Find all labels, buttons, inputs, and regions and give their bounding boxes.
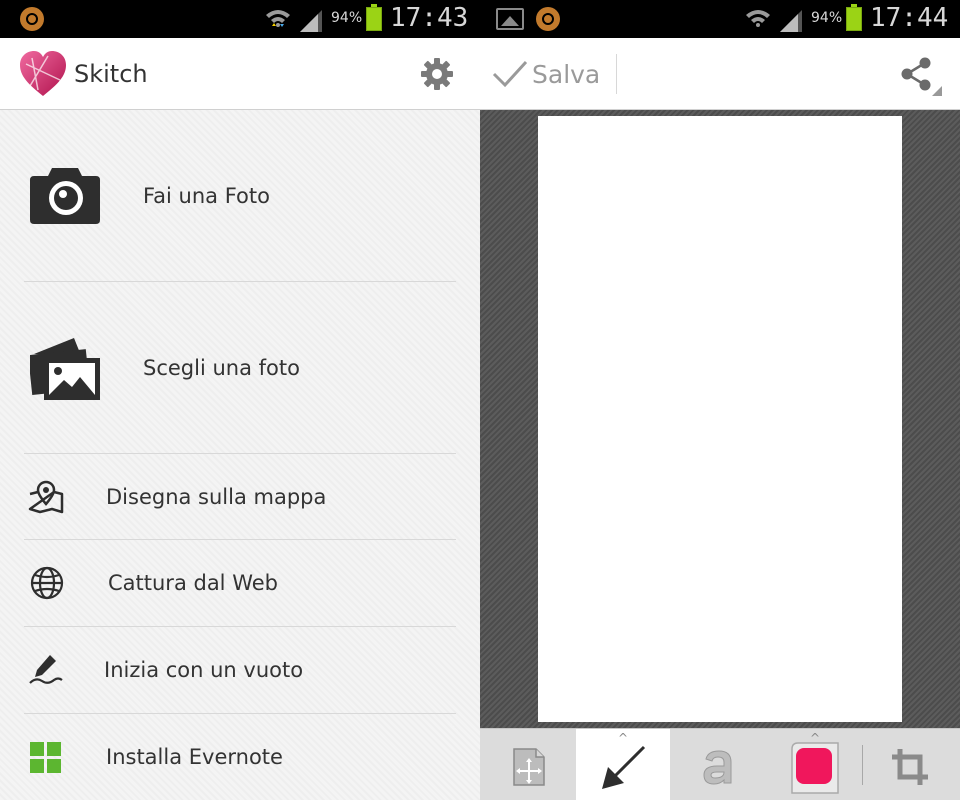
- menu-item-start-blank[interactable]: Inizia con un vuoto: [24, 627, 456, 713]
- gallery-notification-icon: [496, 8, 524, 30]
- globe-icon: [30, 566, 64, 600]
- clock: 17:44: [870, 3, 949, 33]
- checkmark-icon: [492, 60, 528, 88]
- battery-icon: [366, 4, 382, 31]
- wifi-icon: [266, 10, 290, 27]
- skitch-logo-icon[interactable]: [18, 50, 68, 98]
- app-notification-icon: [20, 7, 44, 31]
- menu-item-draw-on-map[interactable]: Disegna sulla mappa: [24, 454, 456, 540]
- left-screen: 94% 17:43 Skitch Fai una Foto Scegli una…: [0, 0, 480, 800]
- editor-app-bar: Salva: [480, 38, 960, 110]
- menu-item-label: Scegli una foto: [143, 356, 300, 380]
- menu-item-label: Installa Evernote: [106, 745, 283, 769]
- toolbar-divider: [862, 745, 863, 785]
- save-button[interactable]: Salva: [480, 38, 616, 110]
- right-screen: 94% 17:44 Salva ^ ^: [480, 0, 960, 800]
- menu-item-choose-photo[interactable]: Scegli una foto: [24, 282, 456, 453]
- appbar-divider: [616, 54, 617, 94]
- menu-item-install-evernote[interactable]: Installa Evernote: [24, 714, 456, 800]
- color-swatch-icon: [791, 742, 839, 794]
- pen-icon: [29, 655, 63, 684]
- wifi-icon: [746, 10, 770, 27]
- status-bar: 94% 17:43: [0, 0, 480, 38]
- menu-item-label: Disegna sulla mappa: [106, 485, 327, 509]
- share-icon[interactable]: [898, 56, 934, 92]
- drawing-canvas[interactable]: [538, 116, 902, 722]
- color-picker-button[interactable]: ^: [764, 729, 858, 800]
- clock: 17:43: [390, 3, 469, 33]
- arrow-tool-button[interactable]: ^: [576, 729, 670, 800]
- save-label: Salva: [532, 60, 601, 89]
- text-tool-button[interactable]: [670, 729, 764, 800]
- text-tool-icon: [703, 750, 732, 785]
- gear-icon[interactable]: [420, 57, 454, 91]
- grid-icon: [30, 742, 61, 773]
- photo-gallery-icon: [30, 338, 100, 400]
- app-title: Skitch: [74, 60, 148, 88]
- signal-strength-icon: [300, 10, 322, 32]
- app-bar: Skitch: [0, 38, 480, 110]
- crop-icon: [892, 749, 928, 785]
- share-dropdown-indicator: [932, 86, 942, 96]
- menu-item-capture-web[interactable]: Cattura dal Web: [24, 540, 456, 626]
- app-notification-icon: [536, 7, 560, 31]
- menu-item-label: Cattura dal Web: [108, 571, 278, 595]
- editor-toolbar: ^ ^: [480, 728, 960, 800]
- camera-icon: [30, 168, 100, 224]
- map-pin-icon: [28, 480, 64, 514]
- battery-percent: 94%: [811, 10, 843, 26]
- move-tool-button[interactable]: [496, 729, 576, 800]
- signal-strength-icon: [780, 10, 802, 32]
- menu-item-label: Fai una Foto: [143, 184, 270, 208]
- battery-percent: 94%: [331, 10, 363, 26]
- canvas-area: [480, 110, 960, 728]
- menu-item-label: Inizia con un vuoto: [104, 658, 304, 682]
- menu-item-take-photo[interactable]: Fai una Foto: [24, 110, 456, 281]
- battery-icon: [846, 4, 862, 31]
- move-icon: [513, 748, 545, 786]
- start-menu: Fai una Foto Scegli una foto Disegna sul…: [0, 110, 480, 800]
- status-bar: 94% 17:44: [480, 0, 960, 38]
- arrow-tool-icon: [602, 745, 646, 789]
- crop-tool-button[interactable]: [870, 729, 950, 800]
